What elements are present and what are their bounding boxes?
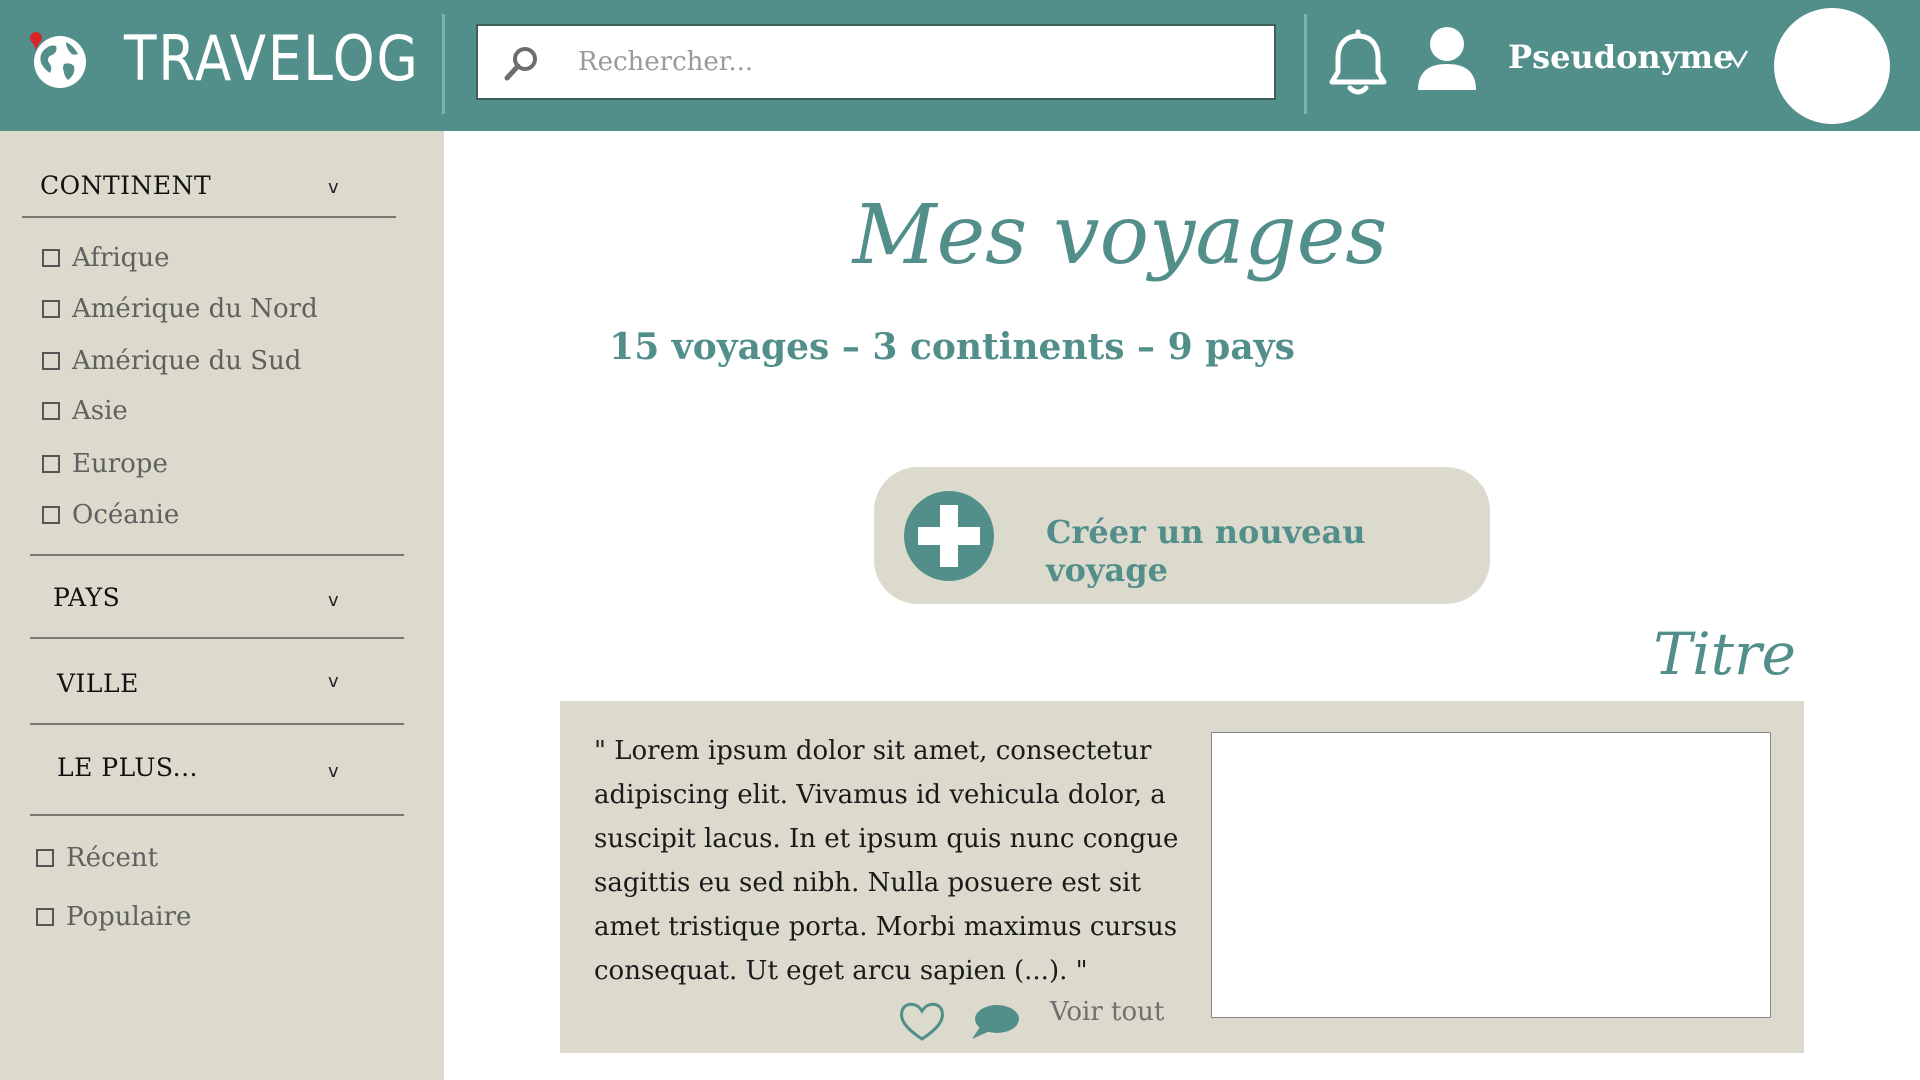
checkbox-sort-populaire[interactable]: Populaire: [36, 902, 191, 932]
checkbox-continent-amerique-du-nord[interactable]: Amérique du Nord: [42, 294, 318, 324]
comment-icon[interactable]: [970, 1003, 1020, 1041]
checkbox[interactable]: [36, 849, 54, 867]
checkbox[interactable]: [42, 455, 60, 473]
globe-pin-icon: [30, 32, 86, 88]
checkbox-sort-recent[interactable]: Récent: [36, 843, 158, 873]
see-all-link[interactable]: Voir tout: [1050, 997, 1164, 1027]
travel-stats-text: 15 voyages – 3 continents – 9 pays: [609, 326, 1295, 368]
trip-image-placeholder[interactable]: [1211, 732, 1771, 1018]
search-icon[interactable]: [502, 44, 542, 84]
avatar[interactable]: [1774, 8, 1890, 124]
page-title-text: Mes voyages: [852, 188, 1388, 283]
checkbox-label: Récent: [66, 843, 159, 873]
app-logo-text: TRAVELOG: [124, 22, 420, 95]
filter-ville-label[interactable]: VILLE: [57, 669, 139, 698]
checkbox-label: Amérique du Nord: [72, 294, 318, 324]
checkbox[interactable]: [42, 300, 60, 318]
chevron-down-icon[interactable]: [1726, 46, 1750, 70]
checkbox[interactable]: [42, 352, 60, 370]
trip-card: " Lorem ipsum dolor sit amet, consectetu…: [560, 701, 1804, 1053]
checkbox-label: Amérique du Sud: [72, 346, 302, 376]
plus-icon: [904, 491, 994, 581]
filter-le-plus-label[interactable]: LE PLUS...: [57, 753, 198, 782]
user-icon[interactable]: [1414, 24, 1480, 92]
travel-stats: 15 voyages – 3 continents – 9 pays: [444, 326, 1920, 368]
top-header: TRAVELOG Pseudonyme: [0, 0, 1920, 131]
create-trip-label: Créer un nouveau voyage: [1046, 513, 1366, 589]
header-divider: [442, 14, 445, 114]
page-title: Mes voyages: [0, 188, 1920, 283]
search-box: [476, 24, 1276, 100]
divider: [30, 723, 404, 725]
checkbox[interactable]: [42, 402, 60, 420]
divider: [30, 554, 404, 556]
checkbox-label: Populaire: [66, 902, 192, 932]
bell-icon[interactable]: [1326, 28, 1390, 98]
search-input[interactable]: [578, 36, 1258, 88]
user-name[interactable]: Pseudonyme: [1508, 38, 1734, 76]
checkbox[interactable]: [42, 506, 60, 524]
create-trip-button[interactable]: Créer un nouveau voyage: [874, 467, 1490, 604]
heart-icon[interactable]: [898, 999, 946, 1043]
header-divider: [1304, 14, 1307, 114]
checkbox-continent-europe[interactable]: Europe: [42, 449, 168, 479]
checkbox-label: Europe: [72, 449, 168, 479]
chevron-down-icon[interactable]: v: [328, 590, 339, 611]
divider: [30, 637, 404, 639]
trip-excerpt: " Lorem ipsum dolor sit amet, consectetu…: [594, 736, 1179, 986]
checkbox-continent-amerique-du-sud[interactable]: Amérique du Sud: [42, 346, 301, 376]
trip-card-title[interactable]: Titre: [1600, 620, 1796, 688]
checkbox-label: Océanie: [72, 500, 180, 530]
checkbox-continent-oceanie[interactable]: Océanie: [42, 500, 179, 530]
chevron-down-icon[interactable]: v: [328, 671, 339, 692]
checkbox-continent-asie[interactable]: Asie: [42, 396, 128, 426]
checkbox-label: Asie: [72, 396, 128, 426]
filter-pays-label[interactable]: PAYS: [53, 583, 120, 612]
checkbox[interactable]: [36, 908, 54, 926]
chevron-down-icon[interactable]: v: [328, 761, 339, 782]
divider: [30, 814, 404, 816]
